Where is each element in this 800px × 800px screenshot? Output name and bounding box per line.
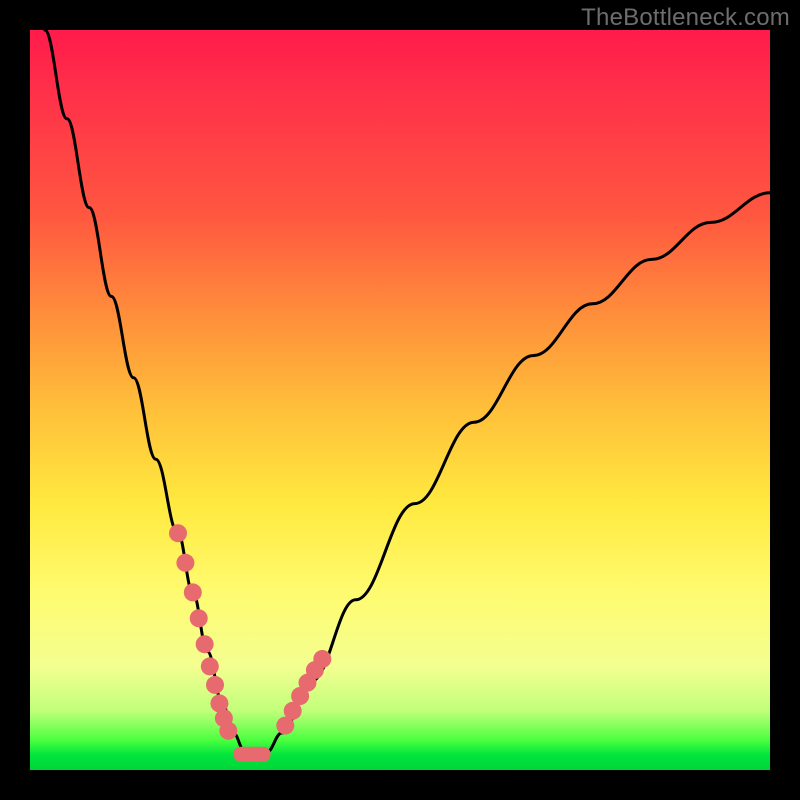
marker-dot: [219, 722, 237, 740]
plot-area: [30, 30, 770, 770]
marker-dot: [176, 554, 194, 572]
marker-dot: [206, 676, 224, 694]
chart-frame: TheBottleneck.com: [0, 0, 800, 800]
marker-cluster-right: [276, 650, 331, 735]
chart-svg: [30, 30, 770, 770]
marker-dot: [201, 657, 219, 675]
marker-bottom-bar: [234, 747, 271, 762]
marker-dot: [190, 609, 208, 627]
marker-dot: [184, 583, 202, 601]
watermark-text: TheBottleneck.com: [581, 4, 790, 32]
marker-dot: [169, 524, 187, 542]
bottleneck-curve: [45, 30, 770, 755]
marker-dot: [196, 635, 214, 653]
marker-dot: [313, 650, 331, 668]
